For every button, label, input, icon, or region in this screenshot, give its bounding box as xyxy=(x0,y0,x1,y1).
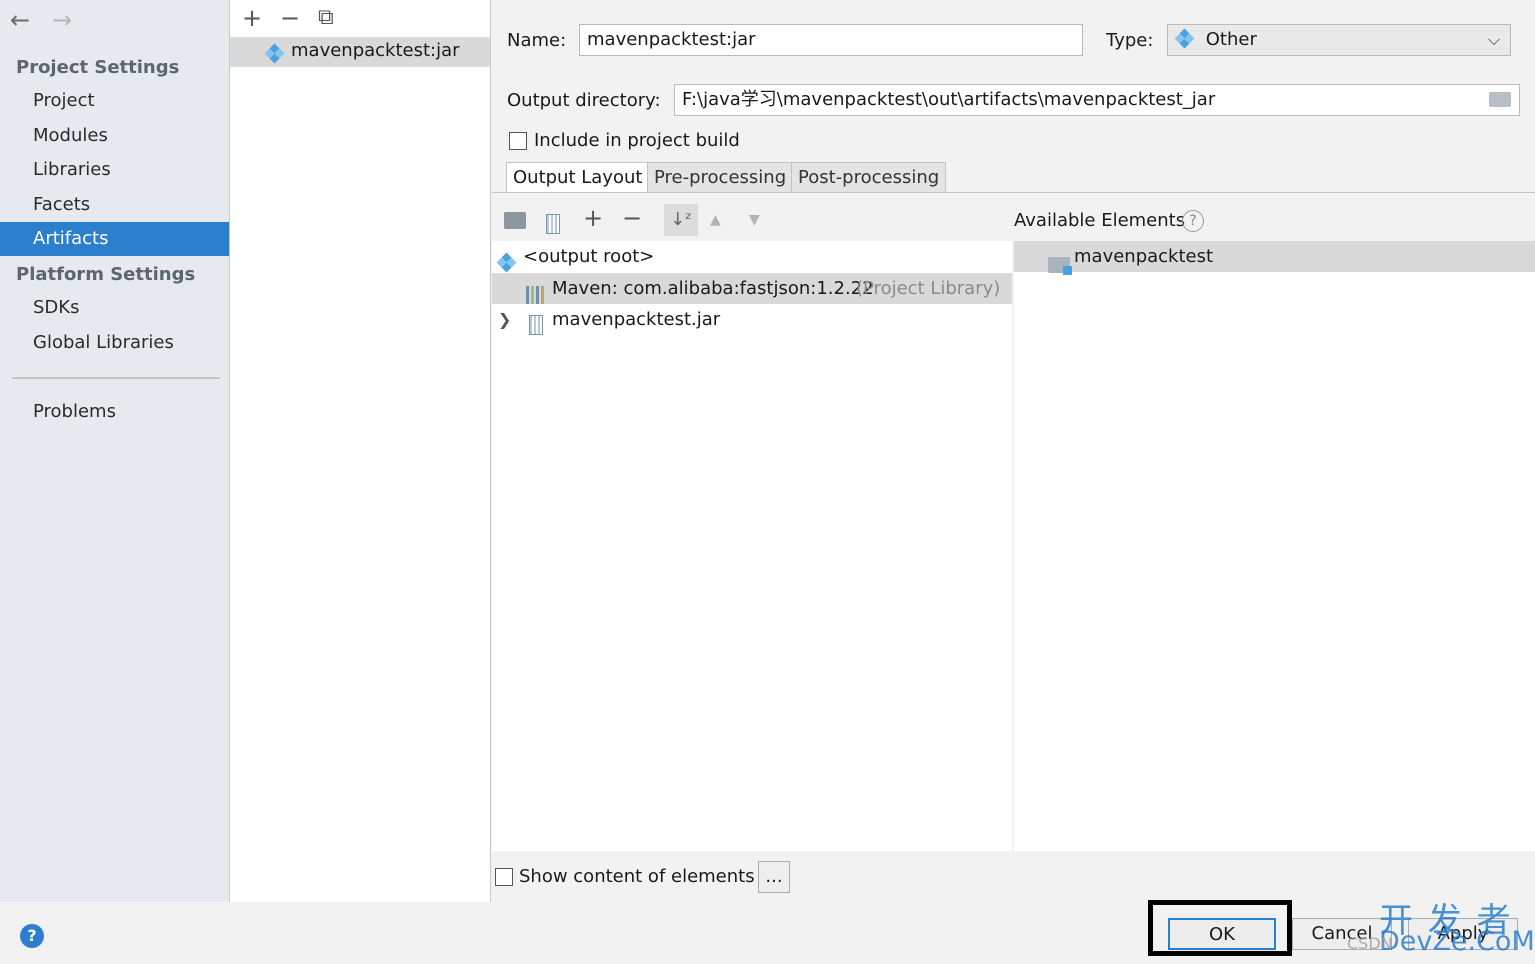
move-up-icon[interactable]: ▲ xyxy=(710,212,721,228)
archive-icon[interactable] xyxy=(546,213,560,234)
back-arrow-icon[interactable]: ← xyxy=(10,6,30,34)
chevron-right-icon[interactable]: ❯ xyxy=(498,304,511,335)
copy-artifact-icon[interactable]: ⧉ xyxy=(318,5,334,30)
available-item-mavenpacktest[interactable]: mavenpacktest xyxy=(1014,241,1535,275)
artifact-diamond-icon xyxy=(264,43,285,64)
sidebar-item-project[interactable]: Project xyxy=(0,84,229,118)
ok-button[interactable]: OK xyxy=(1168,918,1276,950)
output-directory-label: Output directory: xyxy=(507,90,661,111)
tree-item-output-root[interactable]: <output root> xyxy=(492,241,1012,273)
tree-item-fastjson-library[interactable]: Maven: com.alibaba:fastjson:1.2.22 (Proj… xyxy=(492,273,1012,304)
browse-button[interactable]: ... xyxy=(758,861,790,893)
add-artifact-icon[interactable]: + xyxy=(242,4,262,32)
include-in-build-checkbox[interactable] xyxy=(509,132,527,150)
type-label: Type: xyxy=(1106,30,1154,51)
available-elements-panel: mavenpacktest xyxy=(1014,241,1535,851)
tree-item-label: mavenpacktest.jar xyxy=(552,309,721,330)
name-label: Name: xyxy=(507,30,567,51)
include-in-build-label: Include in project build xyxy=(534,130,740,151)
help-icon[interactable]: ? xyxy=(20,924,44,948)
help-circle-icon[interactable]: ? xyxy=(1182,210,1204,232)
project-settings-heading: Project Settings xyxy=(16,57,180,78)
jar-icon xyxy=(529,315,543,335)
tab-divider xyxy=(492,192,1535,193)
sidebar-item-artifacts[interactable]: Artifacts xyxy=(0,222,229,256)
artifact-item-label: mavenpacktest:jar xyxy=(291,40,460,61)
available-elements-label: Available Elements xyxy=(1014,210,1186,231)
sidebar-item-global-libraries[interactable]: Global Libraries xyxy=(0,326,229,360)
forward-arrow-icon[interactable]: → xyxy=(52,6,72,34)
sidebar-item-libraries[interactable]: Libraries xyxy=(0,153,229,187)
tree-item-mavenpacktest-jar[interactable]: ❯ mavenpacktest.jar xyxy=(492,304,1012,335)
platform-settings-heading: Platform Settings xyxy=(16,264,196,285)
tree-item-suffix: (Project Library) xyxy=(856,278,1001,299)
name-input[interactable]: mavenpacktest:jar xyxy=(579,24,1083,56)
watermark-csdn: CSDN xyxy=(1347,934,1393,953)
show-content-checkbox[interactable] xyxy=(495,868,513,886)
artifacts-list-panel: + − ⧉ mavenpacktest:jar xyxy=(230,0,491,902)
remove-artifact-icon[interactable]: − xyxy=(280,4,300,32)
watermark-sub: DevZe.CoM xyxy=(1379,926,1535,957)
sidebar-item-modules[interactable]: Modules xyxy=(0,119,229,153)
artifact-item[interactable]: mavenpacktest:jar xyxy=(230,37,490,67)
type-other-diamond-icon xyxy=(1174,28,1195,48)
type-select[interactable]: Other ⌵ xyxy=(1167,24,1511,56)
sidebar-item-facets[interactable]: Facets xyxy=(0,188,229,222)
new-directory-icon[interactable] xyxy=(504,212,526,229)
sort-icon[interactable]: ↓ᶻ xyxy=(664,204,698,236)
output-layout-tree: <output root> Maven: com.alibaba:fastjso… xyxy=(492,241,1012,851)
available-item-label: mavenpacktest xyxy=(1074,246,1214,267)
tree-item-label: <output root> xyxy=(523,246,655,267)
library-icon xyxy=(526,286,546,304)
move-down-icon[interactable]: ▼ xyxy=(749,212,760,228)
settings-sidebar: ← → Project Settings Project Modules Lib… xyxy=(0,0,230,902)
chevron-down-icon: ⌵ xyxy=(1487,30,1500,49)
tab-pre-processing[interactable]: Pre-processing xyxy=(647,162,794,192)
module-folder-icon xyxy=(1048,257,1072,275)
remove-element-icon[interactable]: − xyxy=(622,204,642,232)
show-content-label: Show content of elements xyxy=(519,866,755,887)
tree-item-label: Maven: com.alibaba:fastjson:1.2.22 xyxy=(552,278,874,299)
output-directory-value: F:\java学习\mavenpacktest\out\artifacts\ma… xyxy=(682,89,1216,110)
add-element-icon[interactable]: + xyxy=(583,204,603,232)
tab-post-processing[interactable]: Post-processing xyxy=(791,162,947,192)
sidebar-divider xyxy=(12,377,220,379)
sidebar-item-problems[interactable]: Problems xyxy=(0,395,229,429)
tab-output-layout[interactable]: Output Layout xyxy=(506,162,650,192)
output-directory-input[interactable]: F:\java学习\mavenpacktest\out\artifacts\ma… xyxy=(674,84,1520,116)
sidebar-item-sdks[interactable]: SDKs xyxy=(0,291,229,325)
output-root-diamond-icon xyxy=(496,252,517,273)
type-select-value: Other xyxy=(1205,29,1257,50)
folder-browse-icon[interactable] xyxy=(1489,92,1511,107)
